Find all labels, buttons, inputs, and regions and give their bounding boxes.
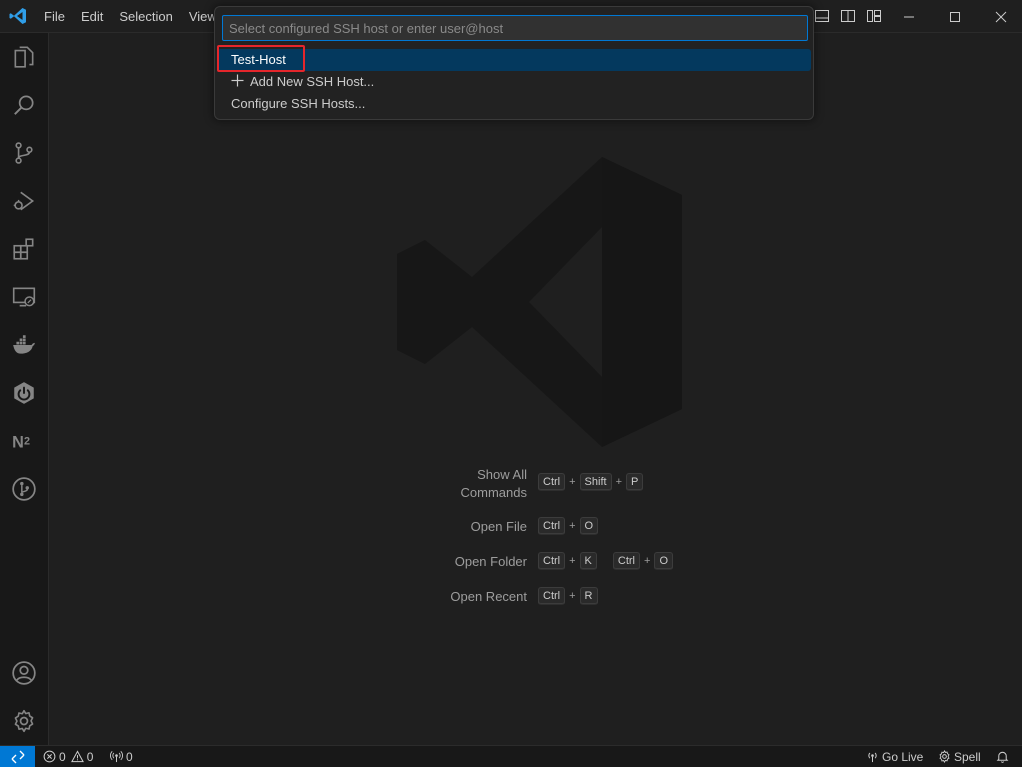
- git-graph-icon[interactable]: [0, 465, 48, 513]
- plus-icon: [231, 72, 245, 94]
- shortcut-label: Open Recent: [450, 589, 527, 604]
- minimize-icon[interactable]: [886, 0, 932, 33]
- quick-pick-item-add-new-ssh-host[interactable]: Add New SSH Host...: [217, 71, 811, 93]
- shortcut-label-line1: Show All: [477, 467, 527, 482]
- go-live-label: Go Live: [882, 749, 924, 764]
- shortcut-label-line2: Commands: [460, 485, 527, 500]
- source-control-icon[interactable]: [0, 129, 48, 177]
- customize-layout-icon[interactable]: [864, 7, 884, 25]
- svg-text:N: N: [12, 434, 24, 452]
- key-cap: Ctrl: [538, 517, 566, 535]
- vscode-logo-icon: [8, 6, 28, 26]
- key-separator: +: [644, 555, 651, 567]
- key-separator: +: [569, 476, 576, 488]
- key-separator: +: [569, 520, 576, 532]
- shortcut-label: Open File: [470, 519, 527, 534]
- ssh-host-input[interactable]: [222, 15, 808, 41]
- quick-pick-item-label: Add New SSH Host...: [250, 74, 375, 89]
- vscode-watermark-icon: [397, 157, 687, 447]
- key-separator: +: [569, 590, 576, 602]
- toggle-secondary-sidebar-icon[interactable]: [838, 7, 858, 25]
- go-live-button[interactable]: Go Live: [866, 746, 923, 767]
- manage-gear-icon[interactable]: [0, 697, 48, 745]
- notebook-icon[interactable]: N2: [0, 417, 48, 465]
- quick-pick-item-configure-ssh-hosts[interactable]: Configure SSH Hosts...: [217, 93, 811, 115]
- menu-selection[interactable]: Selection: [111, 0, 180, 33]
- ports-indicator[interactable]: 0: [110, 746, 133, 767]
- menu-edit[interactable]: Edit: [73, 0, 111, 33]
- maximize-icon[interactable]: [932, 0, 978, 33]
- key-cap: K: [579, 552, 597, 570]
- error-count: 0: [59, 749, 66, 764]
- key-cap: Ctrl: [612, 552, 640, 570]
- remote-indicator-icon[interactable]: [0, 746, 35, 767]
- warning-count: 0: [86, 749, 94, 764]
- highlight-annotation-box: [217, 45, 305, 72]
- menu-file[interactable]: File: [36, 0, 73, 33]
- activity-bar: N2: [0, 33, 49, 745]
- spell-gear-icon: [939, 750, 950, 763]
- key-cap: O: [654, 552, 673, 570]
- key-cap: R: [579, 587, 598, 605]
- notifications-bell-icon[interactable]: [996, 746, 1009, 767]
- key-cap: O: [579, 517, 599, 535]
- quick-pick-item-label: Configure SSH Hosts...: [231, 96, 366, 111]
- problems-indicator[interactable]: 0 0: [43, 746, 93, 767]
- shortcut-keys: Ctrl + K Ctrl + O: [538, 552, 673, 570]
- remote-explorer-icon[interactable]: [0, 273, 48, 321]
- layout-controls: [812, 7, 884, 25]
- shortcut-keys: Ctrl + O: [538, 517, 599, 535]
- key-separator: +: [569, 555, 576, 567]
- editor-area: Show All Commands Ctrl + Shift + P Open …: [49, 33, 1022, 745]
- shortcut-keys: Ctrl + R: [538, 587, 598, 605]
- broadcast-icon: [110, 750, 123, 763]
- spell-label: Spell: [954, 749, 981, 764]
- menu-bar: File Edit Selection View: [36, 0, 225, 33]
- spell-check-button[interactable]: Spell: [938, 746, 981, 767]
- error-icon: [43, 750, 56, 763]
- key-cap: Ctrl: [538, 552, 566, 570]
- accounts-icon[interactable]: [0, 649, 48, 697]
- ports-count: 0: [126, 749, 133, 764]
- key-cap: Ctrl: [538, 473, 566, 491]
- status-bar: 0 0 0 Go Live Spell: [0, 745, 1022, 767]
- shortcut-keys: Ctrl + Shift + P: [538, 473, 644, 491]
- quick-pick-item-test-host[interactable]: Test-Host: [217, 49, 811, 71]
- go-live-icon: [868, 752, 877, 763]
- warning-icon: [70, 750, 84, 763]
- svg-text:2: 2: [24, 435, 30, 447]
- docker-icon[interactable]: [0, 321, 48, 369]
- search-icon[interactable]: [0, 81, 48, 129]
- key-cap: P: [626, 473, 644, 491]
- shortcut-label: Open Folder: [454, 554, 527, 569]
- quick-pick-list: Test-Host Add New SSH Host... Configure …: [217, 49, 811, 115]
- run-debug-icon[interactable]: [0, 177, 48, 225]
- key-cap: Ctrl: [538, 587, 566, 605]
- extensions-icon[interactable]: [0, 225, 48, 273]
- toggle-panel-icon[interactable]: [812, 7, 832, 25]
- spring-boot-icon[interactable]: [0, 369, 48, 417]
- explorer-icon[interactable]: [0, 33, 48, 81]
- close-icon[interactable]: [978, 0, 1022, 33]
- key-cap: Shift: [579, 473, 612, 491]
- key-separator: +: [615, 476, 622, 488]
